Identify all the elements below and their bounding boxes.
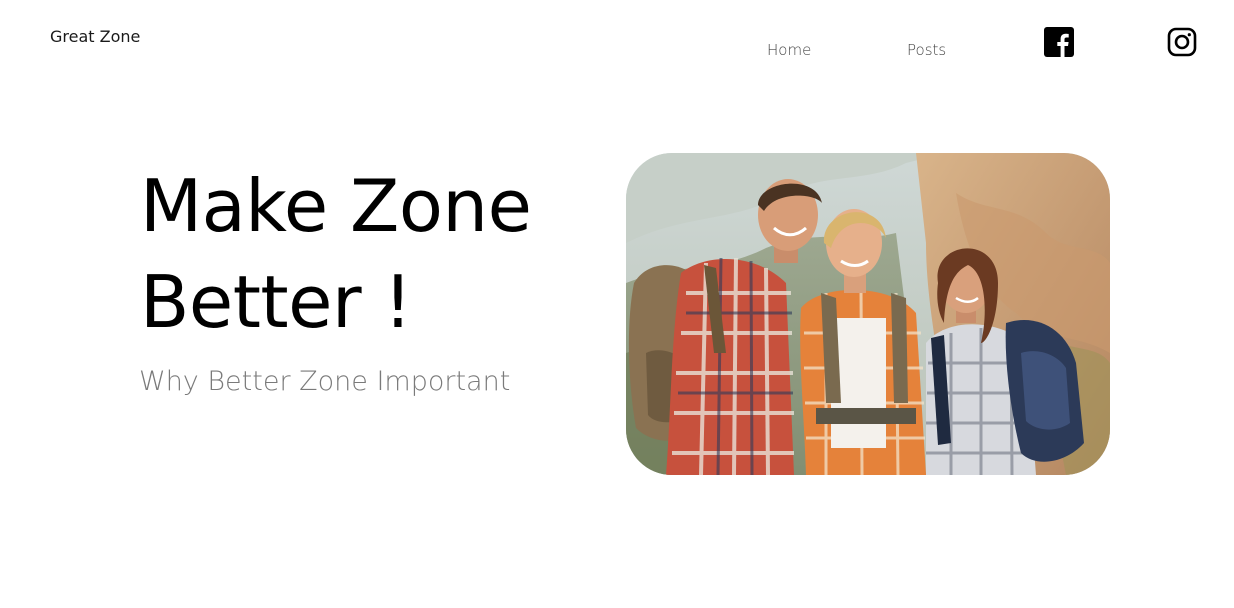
hero-title-line-1: Make Zone	[140, 164, 532, 248]
hero-title: Make Zone Better !	[140, 158, 600, 350]
hero-subtitle: Why Better Zone Important	[139, 366, 511, 397]
brand-logo[interactable]: Great Zone	[50, 27, 140, 46]
facebook-icon[interactable]	[1044, 27, 1074, 57]
hikers-photo	[626, 153, 1110, 475]
instagram-icon[interactable]	[1167, 27, 1197, 57]
hero-title-line-2: Better !	[140, 260, 412, 344]
nav-home-link[interactable]: Home	[767, 41, 811, 59]
nav-posts-link[interactable]: Posts	[907, 41, 946, 59]
landing-page: Great Zone Home Posts Make Zone Better !…	[0, 0, 1234, 608]
